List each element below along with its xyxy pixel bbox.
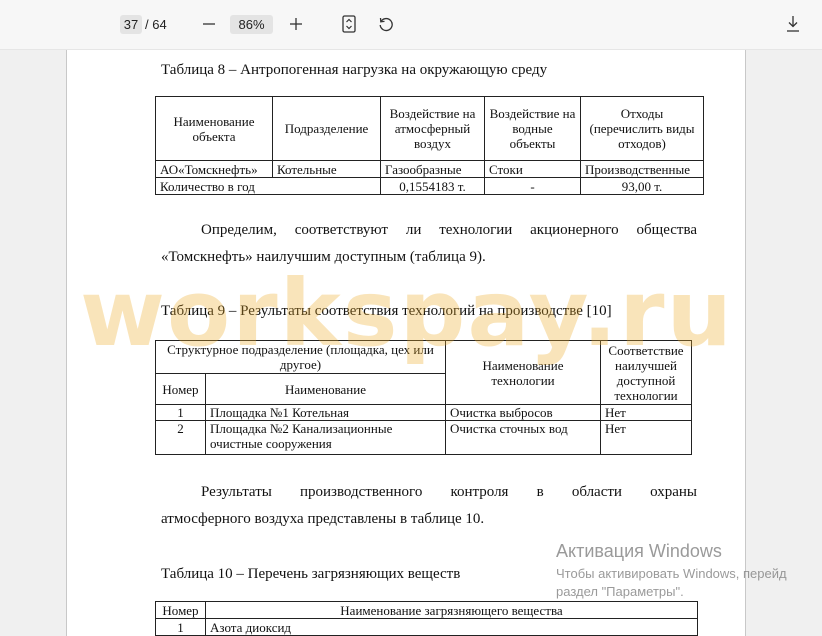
paragraph-line: Определим, соответствуют ли технологии а… xyxy=(201,222,697,238)
table-cell: Азота диоксид xyxy=(205,618,698,636)
table-row: 2 Площадка №2 Канализационные очистные с… xyxy=(155,420,692,455)
table-cell: 0,1554183 т. xyxy=(380,177,485,195)
page-total: / 64 xyxy=(145,17,167,32)
table-10-header: Наименование загрязняющего вещества xyxy=(205,601,698,619)
table-row: 1 Площадка №1 Котельная Очистка выбросов… xyxy=(155,404,692,421)
table-8: Наименование объекта Подразделение Возде… xyxy=(155,96,704,195)
table-9-group-header: Структурное подразделение (площадка, цех… xyxy=(155,340,446,374)
paragraph-line: атмосферного воздуха представлены в табл… xyxy=(161,511,485,527)
table-cell: Очистка выбросов xyxy=(445,404,601,421)
table-9-header: Соответствие наилучшей доступной техноло… xyxy=(600,340,692,405)
table-cell: Стоки xyxy=(484,160,581,178)
page-number-input[interactable]: 37 xyxy=(120,15,142,34)
table-cell: 93,00 т. xyxy=(580,177,704,195)
table-8-header: Воздействие на атмосферный воздух xyxy=(380,96,485,161)
table-cell: 1 xyxy=(155,404,206,421)
table-8-header: Подразделение xyxy=(272,96,381,161)
rotate-button[interactable] xyxy=(375,13,397,35)
table-row: АО«Томскнефть» Котельные Газообразные Ст… xyxy=(155,160,704,178)
table-9-header: Наименование технологии xyxy=(445,340,601,405)
table-9-caption: Таблица 9 – Результаты соответствия техн… xyxy=(161,303,612,319)
table-row: 1 Азота диоксид xyxy=(155,618,698,636)
table-10: Номер Наименование загрязняющего веществ… xyxy=(155,601,698,636)
rotate-icon xyxy=(379,17,393,32)
table-cell: Количество в год xyxy=(155,177,381,195)
paragraph: Определим, соответствуют ли технологии а… xyxy=(161,217,697,271)
table-9: Структурное подразделение (площадка, цех… xyxy=(155,340,692,455)
table-cell: Котельные xyxy=(272,160,381,178)
zoom-in-button[interactable] xyxy=(285,13,307,35)
table-8-caption: Таблица 8 – Антропогенная нагрузка на ок… xyxy=(161,62,548,78)
table-cell: 1 xyxy=(155,618,206,636)
table-cell: Нет xyxy=(600,420,692,455)
plus-icon xyxy=(290,18,302,30)
table-cell: Производственные xyxy=(580,160,704,178)
paragraph-line: «Томскнефть» наилучшим доступным (таблиц… xyxy=(161,249,486,265)
pdf-toolbar: 37 / 64 86% xyxy=(0,0,822,50)
table-cell: Нет xyxy=(600,404,692,421)
table-9-header: Номер xyxy=(155,373,206,405)
table-cell: Очистка сточных вод xyxy=(445,420,601,455)
fit-page-button[interactable] xyxy=(338,13,360,35)
table-row: Количество в год 0,1554183 т. - 93,00 т. xyxy=(155,177,704,195)
table-8-header: Воздействие на водные объекты xyxy=(484,96,581,161)
table-cell: Площадка №1 Котельная xyxy=(205,404,446,421)
table-cell: Площадка №2 Канализационные очистные соо… xyxy=(205,420,446,455)
table-cell: 2 xyxy=(155,420,206,455)
minus-icon xyxy=(203,23,215,25)
table-8-header: Отходы (перечислить виды отходов) xyxy=(580,96,704,161)
paragraph-line: Результаты производственного контроля в … xyxy=(201,484,697,500)
document-page: Таблица 8 – Антропогенная нагрузка на ок… xyxy=(66,50,746,636)
table-9-header: Наименование xyxy=(205,373,446,405)
fit-page-icon xyxy=(342,15,356,33)
table-8-header: Наименование объекта xyxy=(155,96,273,161)
table-10-caption: Таблица 10 – Перечень загрязняющих вещес… xyxy=(161,566,461,582)
table-cell: АО«Томскнефть» xyxy=(155,160,273,178)
document-viewer[interactable]: Таблица 8 – Антропогенная нагрузка на ок… xyxy=(0,50,822,636)
table-cell: - xyxy=(484,177,581,195)
download-button[interactable] xyxy=(782,13,804,35)
table-cell: Газообразные xyxy=(380,160,485,178)
zoom-level[interactable]: 86% xyxy=(230,15,273,34)
table-10-header: Номер xyxy=(155,601,206,619)
paragraph: Результаты производственного контроля в … xyxy=(161,479,697,533)
download-icon xyxy=(787,16,799,32)
zoom-out-button[interactable] xyxy=(198,13,220,35)
